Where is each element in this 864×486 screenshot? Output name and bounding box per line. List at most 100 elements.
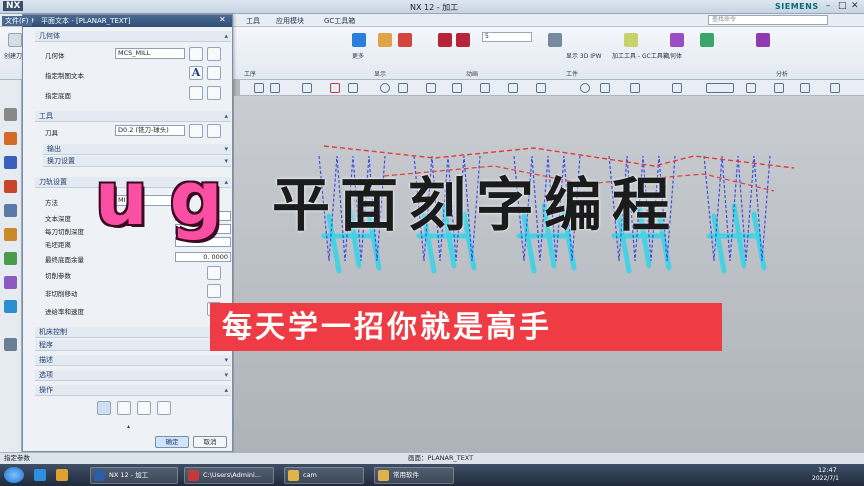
tool-edit-icon[interactable] <box>189 124 203 138</box>
flashlight-icon-2[interactable] <box>207 86 221 100</box>
menu-application[interactable]: 应用模块 <box>276 16 304 26</box>
clock-time: 12:47 <box>818 466 837 474</box>
speed-field[interactable]: 5 <box>482 32 532 42</box>
cancel-button[interactable]: 取消 <box>193 436 227 448</box>
system-materials-icon[interactable] <box>4 252 17 265</box>
generate-icon[interactable] <box>97 401 111 415</box>
chevron-up-icon: ▴ <box>224 32 228 40</box>
command-finder-input[interactable]: 查找命令 <box>708 15 828 25</box>
display-icon[interactable] <box>378 33 392 47</box>
display-settings-icon[interactable] <box>398 33 412 47</box>
graphics-viewport[interactable] <box>234 96 864 452</box>
flashlight-icon[interactable] <box>207 66 221 80</box>
roles-icon[interactable] <box>4 300 17 313</box>
subtitle-text: 每天学一招你就是高手 <box>222 310 552 345</box>
list-icon[interactable] <box>157 401 171 415</box>
menu-file[interactable]: 文件(F) <box>2 16 32 26</box>
menu-tools[interactable]: 工具 <box>246 16 260 26</box>
layer-icon[interactable] <box>672 83 682 93</box>
reuse-library-icon[interactable] <box>4 204 17 217</box>
more-views-icon[interactable] <box>830 83 840 93</box>
close-button[interactable]: ✕ <box>851 1 859 11</box>
refresh-icon[interactable] <box>746 83 756 93</box>
floor-select-icon[interactable] <box>189 86 203 100</box>
section-tool[interactable]: 工具 ▴ <box>35 111 231 122</box>
animation-play-icon[interactable] <box>438 33 452 47</box>
verify-icon[interactable] <box>700 33 714 47</box>
replay-icon[interactable] <box>117 401 131 415</box>
more-icon[interactable] <box>352 33 366 47</box>
task-explorer[interactable]: C:\Users\Admini... <box>184 467 274 484</box>
operation-navigator-icon[interactable] <box>4 132 17 145</box>
process-studio-icon[interactable] <box>4 276 17 289</box>
wrench-icon[interactable] <box>207 47 221 61</box>
snap-icon[interactable] <box>302 83 312 93</box>
minimize-button[interactable]: – <box>826 1 831 11</box>
folder-icon[interactable] <box>56 469 68 481</box>
line-icon[interactable] <box>600 83 610 93</box>
filter-icon[interactable] <box>270 83 280 93</box>
task-nx[interactable]: NX 12 - 加工 <box>90 467 178 484</box>
fit-icon[interactable] <box>452 83 462 93</box>
select-icon[interactable] <box>254 83 264 93</box>
section-program[interactable]: 程序▾ <box>35 340 231 351</box>
task-software-label: 常用软件 <box>393 471 419 479</box>
software-task-icon <box>378 470 389 481</box>
geometry-edit-icon[interactable] <box>189 47 203 61</box>
curve-icon[interactable] <box>398 83 408 93</box>
arc-icon[interactable] <box>508 83 518 93</box>
part-navigator-icon[interactable] <box>4 180 17 193</box>
geometry-icon[interactable] <box>670 33 684 47</box>
create-toolpath-icon[interactable] <box>8 33 22 47</box>
floor-stock-field[interactable]: 0. 0000 <box>175 252 231 262</box>
view-combo[interactable] <box>706 83 734 93</box>
tool-new-icon[interactable] <box>207 124 221 138</box>
gc-toolbox-icon[interactable] <box>624 33 638 47</box>
task-cam[interactable]: cam <box>284 467 364 484</box>
non-cut-moves-button[interactable] <box>207 284 221 298</box>
circle-icon[interactable] <box>380 83 390 93</box>
collapse-chevron-icon[interactable]: ▴ <box>127 423 130 430</box>
geometry-select[interactable]: MCS_MILL <box>115 48 185 59</box>
rotate-icon[interactable] <box>480 83 490 93</box>
web-icon[interactable] <box>4 338 17 351</box>
section-geometry[interactable]: 几何体 ▴ <box>35 31 231 42</box>
verify-icon[interactable] <box>137 401 151 415</box>
section-output[interactable]: 输出 ▾ <box>43 144 231 155</box>
section-machine-control[interactable]: 机床控制▾ <box>35 327 231 338</box>
measure-icon[interactable] <box>756 33 770 47</box>
task-software[interactable]: 常用软件 <box>374 467 454 484</box>
point-icon[interactable] <box>330 83 340 93</box>
animation-stop-icon[interactable] <box>456 33 470 47</box>
maximize-button[interactable]: □ <box>838 1 847 11</box>
center-icon[interactable] <box>536 83 546 93</box>
section-actions[interactable]: 操作 ▴ <box>35 385 231 396</box>
dialog-title: 平面文本 - [PLANAR_TEXT] <box>23 15 232 27</box>
menu-gc-toolbox[interactable]: GC工具箱 <box>324 16 355 26</box>
section-geometry-label: 几何体 <box>39 32 60 40</box>
workpiece-icon[interactable] <box>548 33 562 47</box>
section-description[interactable]: 描述 ▾ <box>35 355 231 366</box>
ok-button[interactable]: 确定 <box>155 436 189 448</box>
cut-params-button[interactable] <box>207 266 221 280</box>
resource-bar <box>0 80 22 452</box>
target-icon[interactable] <box>580 83 590 93</box>
more-label: 更多 <box>352 53 365 60</box>
browser-icon[interactable] <box>34 469 46 481</box>
view-icon[interactable] <box>426 83 436 93</box>
close-icon[interactable]: ✕ <box>219 15 226 24</box>
section-options[interactable]: 选项 ▾ <box>35 370 231 381</box>
method-label: 方法 <box>45 199 58 207</box>
tool-select[interactable]: D0.2 (铣刀-球头) <box>115 125 185 136</box>
section-actions-label: 操作 <box>39 386 53 394</box>
render-icon[interactable] <box>800 83 810 93</box>
machine-tool-icon[interactable] <box>4 156 17 169</box>
wave-icon[interactable] <box>630 83 640 93</box>
move-icon[interactable] <box>348 83 358 93</box>
history-icon[interactable] <box>4 228 17 241</box>
shade-icon[interactable] <box>774 83 784 93</box>
start-icon[interactable] <box>4 467 24 483</box>
settings-icon[interactable] <box>4 108 17 121</box>
taskbar: NX 12 - 加工 C:\Users\Admini... cam 常用软件 1… <box>0 464 864 486</box>
text-a-icon[interactable]: A <box>189 66 203 80</box>
